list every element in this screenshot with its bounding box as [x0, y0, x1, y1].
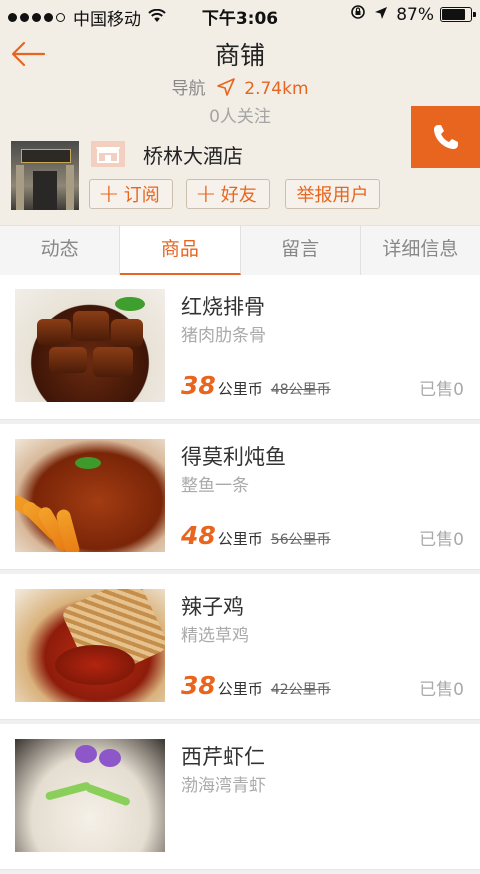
product-description: 渤海湾青虾	[181, 776, 266, 796]
price-currency: 公里币	[217, 530, 263, 548]
page-title: 商铺	[214, 41, 265, 70]
price-currency: 公里币	[217, 680, 263, 698]
product-description: 猪肉肋条骨	[181, 326, 266, 346]
product-image	[15, 739, 165, 852]
shop-photo[interactable]	[11, 141, 79, 210]
rotation-lock-icon	[350, 4, 366, 25]
call-button[interactable]	[411, 106, 480, 168]
add-friend-button[interactable]: + 好友	[186, 179, 270, 209]
battery-percent: 87%	[396, 4, 434, 25]
followers-count: 0人关注	[209, 107, 271, 127]
tab-details[interactable]: 详细信息	[361, 226, 480, 275]
product-image	[15, 589, 165, 702]
original-price: 42公里币	[270, 682, 331, 698]
subscribe-button[interactable]: + 订阅	[89, 179, 173, 209]
product-name: 西芹虾仁	[181, 745, 265, 769]
product-item[interactable]: 得莫利炖鱼 整鱼一条 48 公里币 56公里币 已售0	[0, 425, 480, 574]
product-description: 精选草鸡	[181, 626, 249, 646]
tab-products[interactable]: 商品	[120, 226, 241, 275]
product-price: 38	[181, 671, 216, 700]
phone-icon	[433, 125, 458, 149]
product-name: 红烧排骨	[181, 295, 265, 319]
plus-icon: +	[98, 179, 120, 209]
report-label: 举报用户	[296, 185, 369, 206]
sold-count: 已售0	[419, 380, 464, 400]
report-user-button[interactable]: 举报用户	[285, 179, 380, 209]
product-item[interactable]: 西芹虾仁 渤海湾青虾	[0, 725, 480, 874]
product-name: 辣子鸡	[181, 595, 244, 619]
sold-count: 已售0	[419, 530, 464, 550]
product-description: 整鱼一条	[181, 476, 249, 496]
subscribe-label: 订阅	[123, 185, 160, 206]
product-item[interactable]: 辣子鸡 精选草鸡 38 公里币 42公里币 已售0	[0, 575, 480, 724]
price-row: 38 公里币 48公里币	[181, 371, 331, 400]
battery-icon	[440, 7, 476, 22]
tab-bar: 动态 商品 留言 详细信息	[0, 225, 480, 276]
price-currency: 公里币	[217, 380, 263, 398]
product-image	[15, 289, 165, 402]
tab-feed[interactable]: 动态	[0, 226, 121, 275]
friend-label: 好友	[220, 185, 257, 206]
plus-icon: +	[195, 179, 217, 209]
sold-count: 已售0	[419, 680, 464, 700]
original-price: 48公里币	[270, 382, 331, 398]
navigation-link[interactable]: 导航 2.74km	[0, 74, 480, 101]
location-icon	[374, 5, 388, 25]
status-bar: 中国移动 下午3:06 87%	[0, 0, 480, 30]
navigation-label: 导航	[171, 79, 206, 99]
product-name: 得莫利炖鱼	[181, 445, 286, 469]
original-price: 56公里币	[270, 532, 331, 548]
distance-text: 2.74km	[244, 79, 309, 99]
product-price: 38	[181, 371, 216, 400]
shop-name: 桥林大酒店	[143, 144, 243, 168]
price-row: 38 公里币 42公里币	[181, 671, 331, 700]
product-price: 48	[181, 521, 216, 550]
store-icon	[91, 141, 125, 167]
product-list: 红烧排骨 猪肉肋条骨 38 公里币 48公里币 已售0 得莫利炖鱼 整鱼一条 4…	[0, 275, 480, 874]
tab-messages[interactable]: 留言	[241, 226, 361, 275]
navigation-arrow-icon	[217, 77, 235, 101]
product-item[interactable]: 红烧排骨 猪肉肋条骨 38 公里币 48公里币 已售0	[0, 275, 480, 424]
product-image	[15, 439, 165, 552]
price-row: 48 公里币 56公里币	[181, 521, 331, 550]
shop-header: 商铺 导航 2.74km 0人关注 桥林大酒店 + 订阅 + 好友 举报用户	[0, 28, 480, 225]
